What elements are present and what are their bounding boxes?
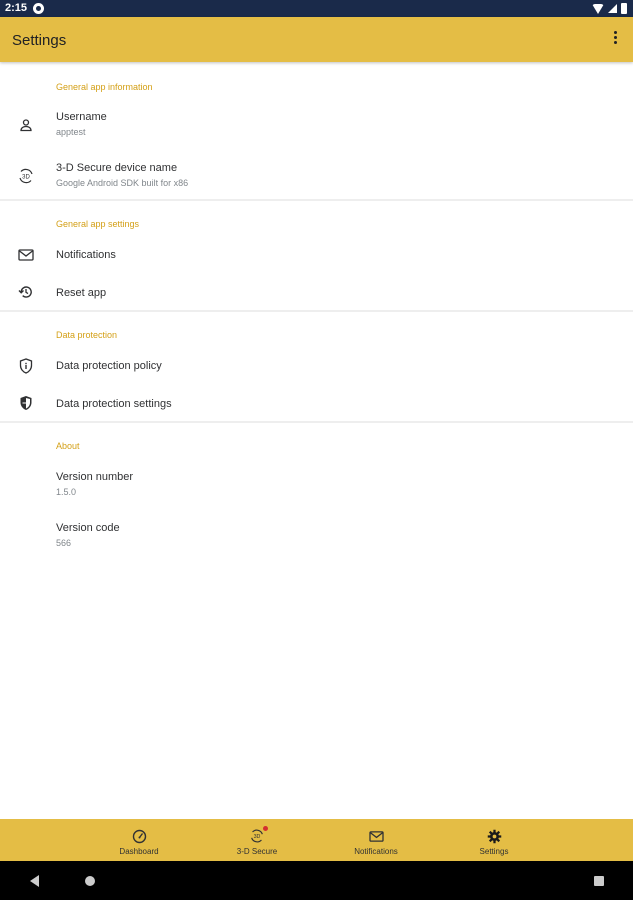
speedometer-icon — [131, 828, 147, 844]
notification-badge — [263, 826, 268, 831]
section-header-general-info: General app information — [56, 82, 153, 92]
settings-item-3d-secure-device-name[interactable]: 3D 3-D Secure device name Google Android… — [0, 155, 633, 199]
section-header-data-protection: Data protection — [56, 330, 118, 340]
svg-text:3D: 3D — [254, 834, 261, 840]
settings-item-title: Version number — [56, 471, 134, 483]
shield-filled-icon — [17, 394, 35, 412]
signal-icon — [608, 4, 617, 13]
bottom-navigation: Dashboard 3D 3-D Secure Notifications Se… — [0, 819, 633, 861]
nav-label: Notifications — [354, 847, 398, 856]
3d-secure-icon: 3D — [17, 167, 35, 185]
person-icon — [17, 116, 35, 134]
battery-icon — [621, 3, 627, 14]
wifi-icon — [592, 3, 604, 14]
back-icon[interactable] — [30, 875, 39, 887]
system-navigation-bar — [0, 861, 633, 900]
section-divider — [0, 199, 633, 201]
page-title: Settings — [12, 32, 67, 49]
svg-text:3D: 3D — [22, 175, 30, 181]
settings-item-title: Data protection policy — [56, 360, 162, 372]
more-options-icon[interactable] — [613, 31, 617, 47]
settings-item-title: Data protection settings — [56, 398, 172, 410]
3d-secure-icon: 3D — [249, 828, 265, 844]
settings-item-title: Username — [56, 111, 107, 123]
nav-item-settings[interactable]: Settings — [449, 819, 539, 861]
settings-item-title: Notifications — [56, 249, 116, 261]
settings-item-value: 1.5.0 — [56, 487, 77, 497]
nav-item-notifications[interactable]: Notifications — [331, 819, 421, 861]
settings-item-title: 3-D Secure device name — [56, 162, 178, 174]
mail-icon — [368, 828, 384, 844]
app-notification-icon — [33, 3, 44, 14]
nav-item-dashboard[interactable]: Dashboard — [94, 819, 184, 861]
status-time: 2:15 — [5, 2, 28, 14]
gear-icon — [486, 828, 502, 844]
status-bar: 2:15 — [0, 0, 633, 17]
settings-item-reset-app[interactable]: Reset app — [0, 276, 633, 320]
mail-icon — [17, 246, 35, 264]
section-divider — [0, 310, 633, 312]
settings-item-username[interactable]: Username apptest — [0, 104, 633, 148]
settings-item-version-number: Version number 1.5.0 — [0, 464, 633, 508]
status-indicators — [592, 3, 627, 14]
home-icon[interactable] — [85, 876, 95, 886]
section-header-general-settings: General app settings — [56, 219, 140, 229]
nav-item-3d-secure[interactable]: 3D 3-D Secure — [212, 819, 302, 861]
settings-item-title: Version code — [56, 522, 120, 534]
settings-item-value: Google Android SDK built for x86 — [56, 178, 189, 188]
settings-item-title: Reset app — [56, 287, 107, 299]
recents-icon[interactable] — [594, 876, 604, 886]
app-bar: Settings — [0, 17, 633, 62]
nav-label: Dashboard — [119, 847, 159, 856]
settings-item-value: 566 — [56, 538, 72, 548]
nav-label: Settings — [479, 847, 509, 856]
settings-item-value: apptest — [56, 127, 86, 137]
nav-label: 3-D Secure — [236, 847, 278, 856]
section-divider — [0, 421, 633, 423]
shield-info-icon — [17, 357, 35, 375]
section-header-about: About — [56, 441, 80, 451]
settings-item-version-code: Version code 566 — [0, 515, 633, 559]
history-icon — [17, 283, 35, 301]
settings-item-data-protection-settings[interactable]: Data protection settings — [0, 387, 633, 431]
